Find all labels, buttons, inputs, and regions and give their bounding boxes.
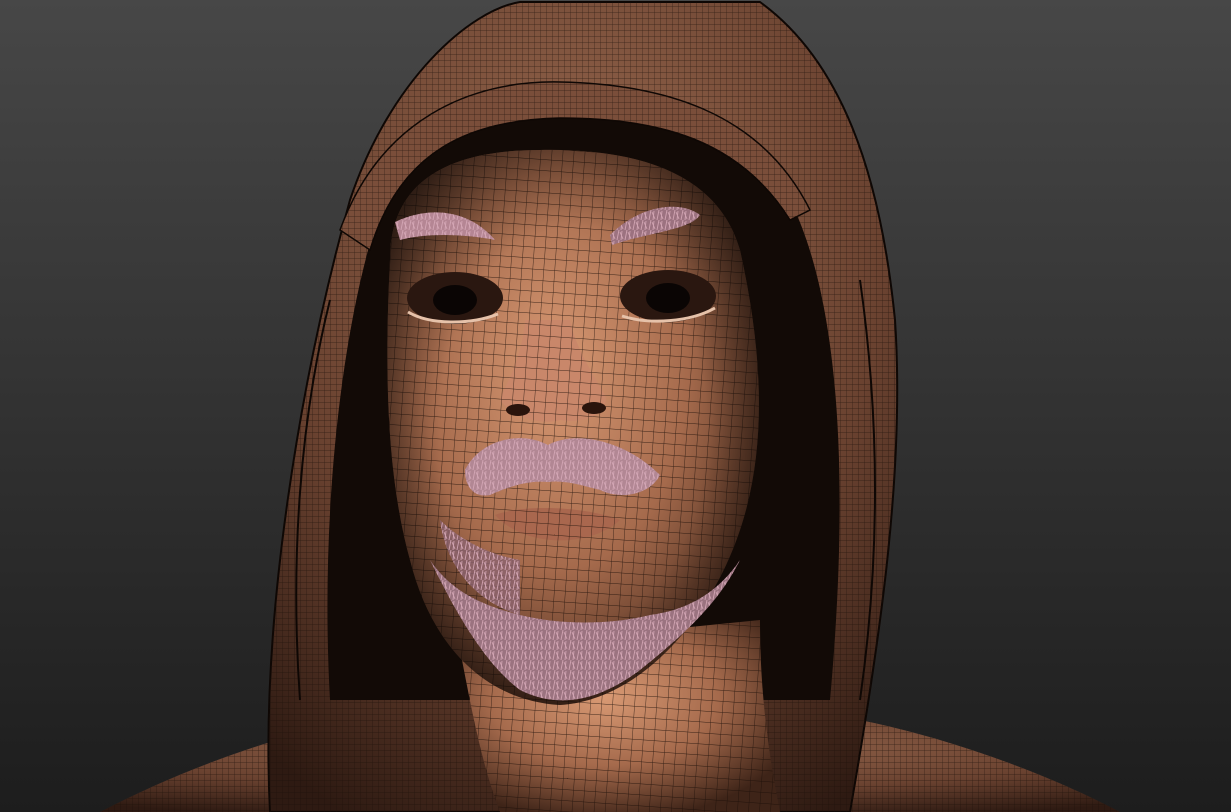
left-eye [407,272,503,324]
viewport-render[interactable] [0,0,1231,812]
3d-viewport[interactable] [0,0,1231,812]
right-eye [620,270,716,323]
